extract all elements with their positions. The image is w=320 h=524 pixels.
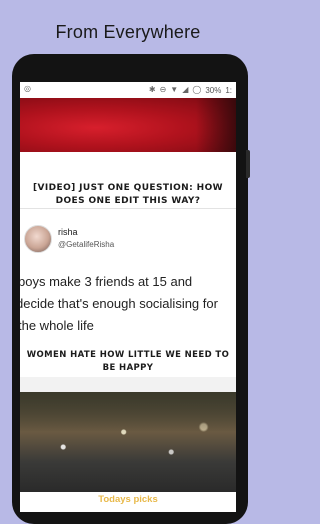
tweet-text: boys make 3 friends at 15 and decide tha… [20,271,236,337]
tweet-author-handle: @GetalifeRisha [58,240,115,249]
promo-headline: From Everywhere [55,22,201,42]
card-thumbnail[interactable] [20,98,236,152]
wifi-icon: ▼ [170,85,179,94]
status-bar: ◎ ✱ ⊖ ▼ ◢ ◯ 30% 1: [20,82,236,98]
status-clock: 1: [225,85,232,95]
battery-icon: ◯ [192,85,202,94]
tweet-line: decide that's enough socialising for [20,296,218,311]
tweet-line: boys make 3 friends at 15 and [20,274,193,289]
avatar [24,225,52,253]
feed-card-picks[interactable]: Todays picks [20,392,236,512]
dnd-icon: ⊖ [159,85,167,94]
signal-icon: ◢ [182,85,189,94]
tweet-line: the whole life [20,318,94,333]
notification-icon: ◎ [24,84,31,93]
tweet-author-name: risha [58,227,78,237]
card-title[interactable]: WOMEN HATE HOW LITTLE WE NEED TO BE HAPP… [26,349,230,375]
phone-screen: ◎ ✱ ⊖ ▼ ◢ ◯ 30% 1: [VIDEO] JUST ONE QUES… [20,82,236,512]
battery-percent: 30% [205,85,222,95]
phone-side-button [246,150,250,178]
card-title[interactable]: [VIDEO] JUST ONE QUESTION: HOW DOES ONE … [26,182,230,208]
section-label: Todays picks [20,492,236,512]
feed-card-tweet[interactable]: risha @GetalifeRisha boys make 3 friends… [20,208,236,377]
card-thumbnail[interactable] [20,392,236,492]
bluetooth-icon: ✱ [148,85,156,94]
